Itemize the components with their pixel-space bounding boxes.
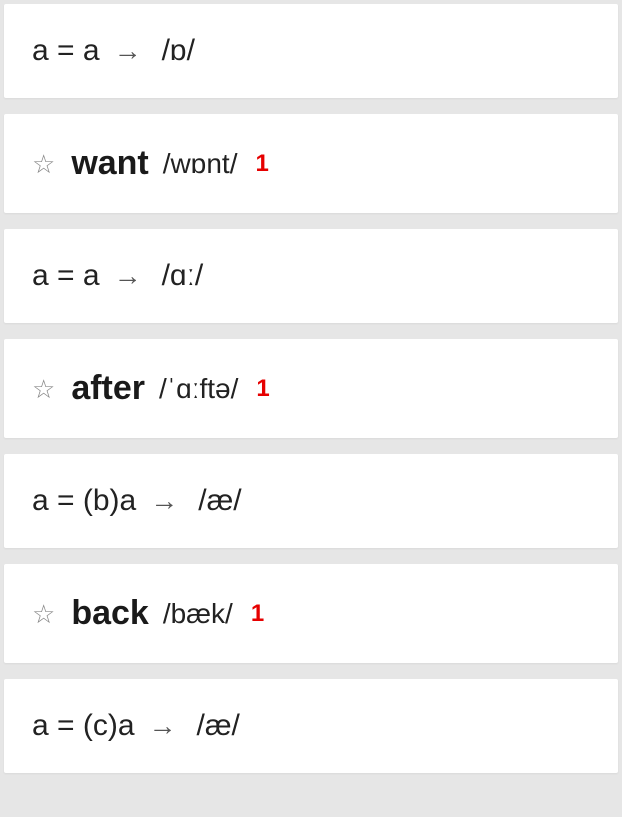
word-transcription: /wɒnt/ [163, 148, 238, 180]
rule-phoneme: /ɒ/ [162, 34, 195, 68]
word-row: ☆ back /bæk/ 1 [32, 594, 264, 633]
rule-phoneme: /ɑː/ [162, 259, 204, 293]
word-row: ☆ want /wɒnt/ 1 [32, 144, 269, 183]
word-count: 1 [255, 150, 268, 178]
rule-lhs: a = (c)a [32, 709, 135, 743]
rule-lhs: a = a [32, 259, 100, 293]
rule-text: a = a → /ɑː/ [32, 259, 203, 293]
rule-card[interactable]: a = (b)a → /æ/ [4, 454, 618, 548]
arrow-icon: → [150, 485, 178, 517]
rule-card[interactable]: a = (c)a → /æ/ [4, 679, 618, 773]
rule-text: a = a → /ɒ/ [32, 34, 195, 68]
word-card[interactable]: ☆ want /wɒnt/ 1 [4, 114, 618, 213]
word-count: 1 [251, 600, 264, 628]
word-text: after [71, 369, 145, 408]
rule-text: a = (c)a → /æ/ [32, 709, 240, 743]
star-icon: ☆ [32, 601, 55, 627]
rule-card[interactable]: a = a → /ɑː/ [4, 229, 618, 323]
word-transcription: /bæk/ [163, 598, 233, 630]
word-text: back [71, 594, 149, 633]
rule-card[interactable]: a = a → /ɒ/ [4, 4, 618, 98]
word-card[interactable]: ☆ back /bæk/ 1 [4, 564, 618, 663]
word-card[interactable]: ☆ after /ˈɑːftə/ 1 [4, 339, 618, 438]
arrow-icon: → [114, 35, 142, 67]
word-transcription: /ˈɑːftə/ [159, 373, 238, 405]
word-row: ☆ after /ˈɑːftə/ 1 [32, 369, 270, 408]
arrow-icon: → [149, 710, 177, 742]
rule-phoneme: /æ/ [197, 709, 240, 743]
word-count: 1 [256, 375, 269, 403]
rule-text: a = (b)a → /æ/ [32, 484, 242, 518]
rule-phoneme: /æ/ [198, 484, 241, 518]
arrow-icon: → [114, 260, 142, 292]
rule-lhs: a = a [32, 34, 100, 68]
star-icon: ☆ [32, 376, 55, 402]
word-text: want [71, 144, 148, 183]
star-icon: ☆ [32, 151, 55, 177]
rule-lhs: a = (b)a [32, 484, 136, 518]
